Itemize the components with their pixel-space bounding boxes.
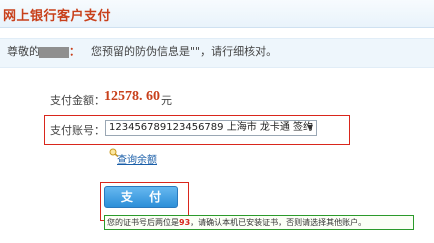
account-select[interactable]: 123456789123456789 上海市 龙卡通 签约 ▼ [105,120,317,136]
amount-unit: 元 [161,94,172,107]
security-notice: 尊敬的 ： 您预留的防伪信息是""，请行细核对。 [0,38,434,68]
masked-username [39,47,69,58]
page-title: 网上银行客户支付 [3,9,112,24]
header-bar: 网上银行客户支付 [0,0,434,28]
pay-button[interactable]: 支 付 [104,186,178,208]
certificate-note: 您的证书号后两位是93，请确认本机已安装证书，否则请选择其他账户。 [104,215,414,230]
notice-colon: ： [69,45,80,58]
amount-label: 支付金额： [50,94,105,107]
chevron-down-icon: ▼ [306,123,313,132]
cert-note-suffix: ，请确认本机已安装证书，否则请选择其他账户。 [190,218,367,227]
query-balance-label: 查询余额 [117,155,157,166]
account-selected-value: 123456789123456789 上海市 龙卡通 签约 [109,122,314,133]
account-label: 支付账号： [50,124,105,137]
notice-greeting: 尊敬的 [7,45,40,58]
cert-note-digits: 93 [179,218,191,227]
amount-value: 12578. 60 [104,89,160,104]
notice-message: 您预留的防伪信息是""，请行细核对。 [91,45,278,58]
cert-note-prefix: 您的证书号后两位是 [107,218,179,227]
